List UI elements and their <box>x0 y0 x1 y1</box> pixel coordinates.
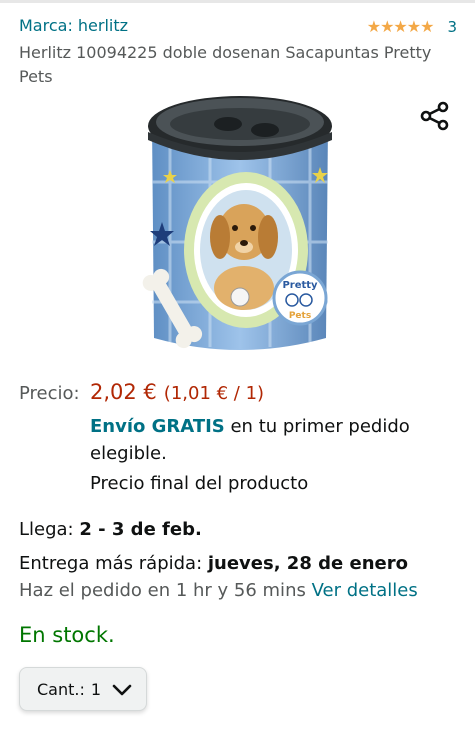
quantity-dropdown[interactable]: Cant.: 1 <box>19 667 147 711</box>
fast-delivery-date: jueves, 28 de enero <box>207 553 408 574</box>
quantity-label: Cant.: <box>37 679 85 699</box>
unit-price: (1,01 € / 1) <box>163 383 265 404</box>
star-icon: ★ <box>393 17 407 36</box>
stock-status: En stock. <box>19 623 115 647</box>
product-image[interactable]: Pretty Pets <box>140 92 340 356</box>
details-link[interactable]: Ver detalles <box>312 580 418 601</box>
order-countdown-text: Haz el pedido en 1 hr y 56 mins <box>19 580 312 601</box>
fast-delivery-label: Entrega más rápida: <box>19 553 208 574</box>
free-delivery-message: Envío GRATIS en tu primer pedido elegibl… <box>90 413 450 467</box>
price-label: Precio: <box>19 383 80 404</box>
final-price-note: Precio final del producto <box>90 473 309 494</box>
product-title: Herlitz 10094225 doble dosenan Sacapunta… <box>19 43 432 86</box>
arrival-label: Llega: <box>19 519 80 540</box>
rating[interactable]: ★ ★ ★ ★ ★ 3 <box>367 18 457 36</box>
price-value: 2,02 € <box>90 380 157 404</box>
star-icon: ★ <box>406 17 421 36</box>
brand-link[interactable]: Marca: herlitz <box>19 16 128 35</box>
quantity-value: 1 <box>90 679 102 699</box>
star-rating: ★ ★ ★ ★ ★ <box>366 17 435 36</box>
arrival-date: 2 - 3 de feb. <box>79 519 202 540</box>
star-icon: ★ <box>366 17 381 36</box>
top-divider <box>0 0 475 3</box>
rating-count[interactable]: 3 <box>447 18 457 36</box>
share-icon[interactable] <box>419 100 451 132</box>
svg-text:Pretty: Pretty <box>282 280 318 291</box>
svg-text:Pets: Pets <box>289 311 311 321</box>
star-icon: ★ <box>380 17 394 36</box>
arrival-info: Llega: 2 - 3 de feb. <box>19 519 202 540</box>
fast-delivery-info: Entrega más rápida: jueves, 28 de enero <box>19 553 408 574</box>
price-row: Precio: 2,02 € (1,01 € / 1) <box>19 380 264 404</box>
free-delivery-link[interactable]: Envío GRATIS <box>90 416 225 437</box>
order-countdown: Haz el pedido en 1 hr y 56 mins Ver deta… <box>19 580 418 601</box>
chevron-down-icon <box>112 684 132 696</box>
star-icon: ★ <box>420 17 434 36</box>
